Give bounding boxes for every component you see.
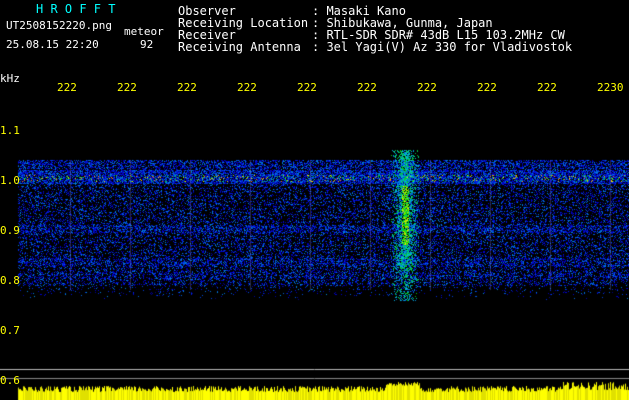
time-tick: 222 bbox=[297, 81, 317, 94]
freq-tick: 1.1 bbox=[0, 124, 20, 137]
time-tick: 222 bbox=[177, 81, 197, 94]
time-tick: 222 bbox=[357, 81, 377, 94]
freq-tick: 0.6 bbox=[0, 374, 20, 387]
timestamp: 25.08.15 22:20 bbox=[6, 38, 99, 51]
freq-tick: 0.8 bbox=[0, 274, 20, 287]
time-tick: 222 bbox=[117, 81, 137, 94]
antenna-value: : 3el Yagi(V) Az 330 for Vladivostok bbox=[312, 40, 573, 54]
time-tick: 222 bbox=[237, 81, 257, 94]
freq-tick: 0.7 bbox=[0, 324, 20, 337]
unit-label: kHz bbox=[0, 72, 20, 85]
file-name: UT2508152220.png bbox=[6, 19, 112, 32]
antenna-label: Receiving Antenna bbox=[178, 40, 301, 54]
time-tick: 222 bbox=[537, 81, 557, 94]
count-value: 92 bbox=[140, 38, 154, 51]
time-tick: 222 bbox=[477, 81, 497, 94]
spectrogram-canvas bbox=[0, 0, 629, 400]
app-title: H R O F F T bbox=[36, 2, 116, 16]
freq-tick: 1.0 bbox=[0, 174, 20, 187]
hrofft-spectrogram-window: H R O F F T UT2508152220.png meteor 25.0… bbox=[0, 0, 629, 400]
freq-tick: 0.9 bbox=[0, 224, 20, 237]
time-tick: 2230 bbox=[597, 81, 624, 94]
mode-label: meteor bbox=[124, 25, 164, 38]
time-tick: 222 bbox=[417, 81, 437, 94]
time-tick: 222 bbox=[57, 81, 77, 94]
